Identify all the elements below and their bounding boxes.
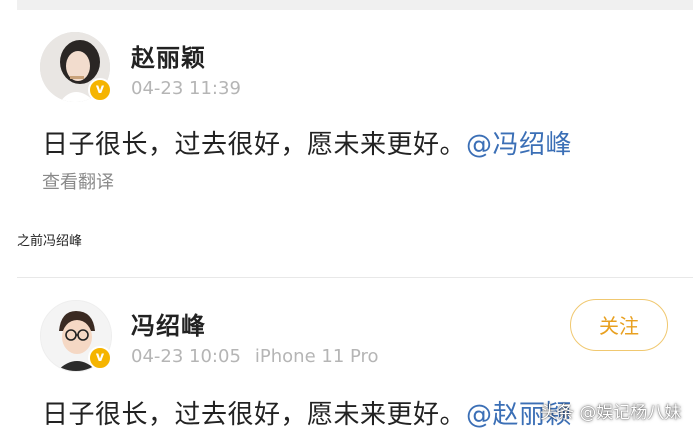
author-name[interactable]: 赵丽颖 — [131, 38, 206, 73]
post-time: 04-23 11:39 — [131, 78, 241, 99]
post-meta: 04-23 11:39 — [131, 78, 241, 99]
follow-button[interactable]: 关注 — [570, 299, 668, 351]
mention-link[interactable]: @冯绍峰 — [466, 130, 572, 160]
post-content: 日子很长，过去很好，愿未来更好。@赵丽颖 — [42, 394, 572, 431]
caption-text: 之前冯绍峰 — [17, 234, 83, 249]
verified-badge-icon: v — [88, 346, 112, 370]
post-meta: 04-23 10:05 iPhone 11 Pro — [131, 346, 379, 367]
translate-link[interactable]: 查看翻译 — [42, 168, 114, 194]
author-name[interactable]: 冯绍峰 — [131, 306, 206, 341]
post-content: 日子很长，过去很好，愿未来更好。@冯绍峰 — [42, 124, 572, 161]
top-separator-bar — [17, 0, 693, 10]
post-time: 04-23 10:05 — [131, 346, 241, 367]
post-device: iPhone 11 Pro — [254, 346, 379, 367]
verified-badge-icon: v — [88, 78, 112, 102]
weibo-post: v 赵丽颖 04-23 11:39 日子很长，过去很好，愿未来更好。@冯绍峰 查… — [0, 10, 700, 200]
post-text: 日子很长，过去很好，愿未来更好。 — [42, 400, 467, 430]
post-text: 日子很长，过去很好，愿未来更好。 — [42, 130, 467, 160]
watermark: 头条 @娱记杨八妹 — [540, 403, 682, 423]
